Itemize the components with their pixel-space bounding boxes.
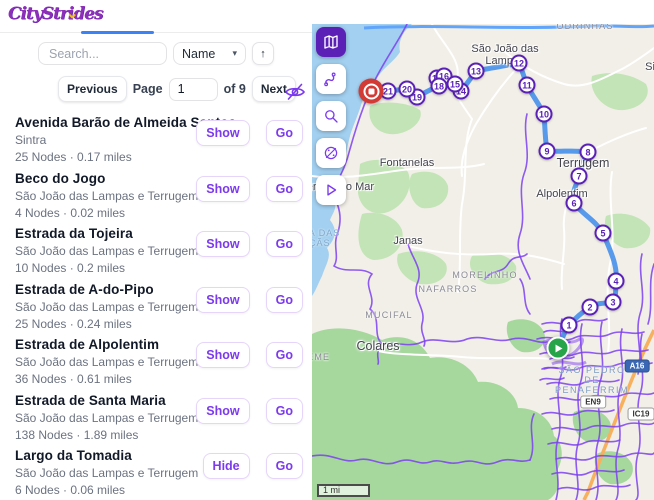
route-stop-marker[interactable]: [359, 79, 384, 104]
map-search-button[interactable]: [316, 101, 346, 131]
routes-button[interactable]: [316, 64, 346, 94]
street-list-item: Avenida Barão de Almeida Santos Sintra 2…: [0, 108, 312, 164]
go-button[interactable]: Go: [266, 231, 303, 257]
map-controls: [316, 27, 346, 205]
street-list-item: Largo da Tomadia São João das Lampas e T…: [0, 441, 312, 497]
show-hide-button[interactable]: Show: [196, 231, 249, 257]
street-actions: Show Go: [196, 176, 303, 202]
pagination: Previous Page of 9 Next: [58, 76, 296, 102]
go-button[interactable]: Go: [266, 176, 303, 202]
page-number-input[interactable]: [169, 78, 218, 101]
show-hide-button[interactable]: Show: [196, 287, 249, 313]
street-actions: Hide Go: [203, 453, 303, 479]
street-actions: Show Go: [196, 120, 303, 146]
citystrides-logo: CityStrides: [8, 4, 103, 24]
street-node-stats: 4 Nodes · 0.02 miles: [15, 206, 304, 220]
page-label: Page: [133, 82, 163, 96]
show-hide-button[interactable]: Show: [196, 398, 249, 424]
route-point-marker[interactable]: 18: [431, 78, 448, 95]
route-point-marker[interactable]: 20: [399, 81, 416, 98]
active-tab-indicator: [81, 31, 154, 34]
route-point-marker[interactable]: 10: [536, 106, 553, 123]
route-point-marker[interactable]: 13: [468, 63, 485, 80]
street-node-stats: 25 Nodes · 0.17 miles: [15, 150, 304, 164]
street-node-stats: 10 Nodes · 0.2 miles: [15, 261, 304, 275]
stop-icon: [368, 88, 374, 94]
page-count-label: of 9: [224, 82, 246, 96]
citystrides-app: CityStrides ⌄ Name ▾ ↑ Previous Page of …: [0, 0, 654, 500]
sort-select[interactable]: Name ▾: [173, 42, 246, 65]
map-style-button[interactable]: [316, 27, 346, 57]
go-button[interactable]: Go: [266, 120, 303, 146]
go-button[interactable]: Go: [266, 287, 303, 313]
street-list-item: Estrada de Santa Maria São João das Lamp…: [0, 386, 312, 442]
route-point-marker[interactable]: 1: [561, 317, 578, 334]
node-hide-icon: [322, 144, 340, 162]
route-point-marker[interactable]: 5: [595, 225, 612, 242]
street-list: Avenida Barão de Almeida Santos Sintra 2…: [0, 108, 312, 497]
go-button[interactable]: Go: [266, 398, 303, 424]
route-start-marker[interactable]: [547, 337, 570, 360]
street-node-stats: 6 Nodes · 0.06 miles: [15, 483, 304, 497]
street-node-stats: 25 Nodes · 0.24 miles: [15, 317, 304, 331]
hidden-streets-toggle[interactable]: [284, 82, 306, 102]
stop-ring: [363, 83, 379, 99]
route-point-marker[interactable]: 8: [580, 144, 597, 161]
street-list-item: Estrada de A-do-Pipo São João das Lampas…: [0, 275, 312, 331]
street-actions: Show Go: [196, 231, 303, 257]
street-actions: Show Go: [196, 398, 303, 424]
street-list-item: Estrada de Alpolentim São João das Lampa…: [0, 330, 312, 386]
show-hide-button[interactable]: Show: [196, 342, 249, 368]
go-button[interactable]: Go: [266, 453, 303, 479]
play-activities-button[interactable]: [316, 175, 346, 205]
previous-page-button[interactable]: Previous: [58, 76, 127, 102]
play-icon: [556, 344, 563, 352]
route-point-marker[interactable]: 11: [519, 77, 536, 94]
show-hide-button[interactable]: Hide: [203, 453, 250, 479]
show-hide-button[interactable]: Show: [196, 176, 249, 202]
route-point-marker[interactable]: 12: [511, 55, 528, 72]
map-canvas[interactable]: ODRINHASSão João das LampasSiTerrugemAlp…: [312, 24, 654, 500]
sort-direction-button[interactable]: ↑: [252, 42, 274, 65]
route-point-marker[interactable]: 7: [571, 168, 588, 185]
route-icon: [322, 70, 340, 88]
route-point-marker[interactable]: 3: [605, 294, 622, 311]
list-controls: Name ▾ ↑: [38, 42, 274, 65]
route-point-marker[interactable]: 4: [608, 273, 625, 290]
street-node-stats: 36 Nodes · 0.61 miles: [15, 372, 304, 386]
eye-slash-icon: [284, 82, 306, 102]
search-input[interactable]: [38, 42, 167, 65]
map-icon: [322, 33, 340, 51]
search-icon: [322, 107, 340, 125]
street-list-panel: CityStrides ⌄ Name ▾ ↑ Previous Page of …: [0, 0, 312, 500]
route-point-marker[interactable]: 9: [539, 143, 556, 160]
sort-select-value: Name: [182, 47, 215, 61]
blue-road-top: [364, 26, 654, 28]
show-hide-button[interactable]: Show: [196, 120, 249, 146]
hide-nodes-button[interactable]: [316, 138, 346, 168]
play-outline-icon: [322, 181, 340, 199]
street-node-stats: 138 Nodes · 1.89 miles: [15, 428, 304, 442]
panel-header: CityStrides ⌄: [0, 0, 312, 33]
go-button[interactable]: Go: [266, 342, 303, 368]
street-actions: Show Go: [196, 287, 303, 313]
street-list-item: Beco do Jogo São João das Lampas e Terru…: [0, 164, 312, 220]
route-point-marker[interactable]: 2: [582, 299, 599, 316]
logo-chevron-icon[interactable]: ⌄: [66, 4, 79, 22]
map-scale-bar: 1 mi: [317, 484, 370, 497]
chevron-down-icon: ▾: [232, 48, 237, 59]
route-point-marker[interactable]: 15: [447, 76, 464, 93]
street-list-item: Estrada da Tojeira São João das Lampas e…: [0, 219, 312, 275]
street-actions: Show Go: [196, 342, 303, 368]
route-point-marker[interactable]: 6: [566, 195, 583, 212]
forest-sintra-hills: [312, 319, 633, 500]
